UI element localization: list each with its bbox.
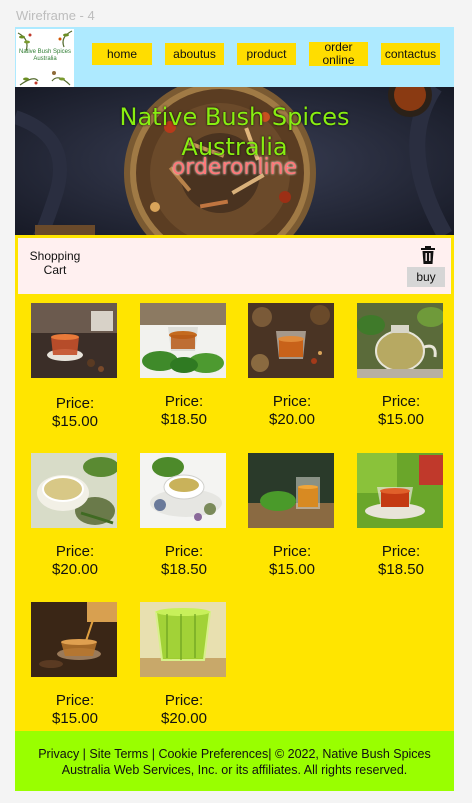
price-label: Price: — [55, 543, 95, 560]
frame-label: Wireframe - 4 — [16, 8, 95, 23]
logo[interactable]: Native Bush Spices Australia — [16, 29, 74, 87]
price-label: Price: — [272, 393, 312, 410]
header: Native Bush Spices Australia home aboutu… — [15, 27, 454, 87]
price-label: Price: — [164, 692, 204, 709]
price-value: $15.00 — [52, 413, 98, 430]
product-image-tea-glass-wood — [248, 453, 334, 528]
price-value: $15.00 — [52, 710, 98, 727]
footer: Privacy | Site Terms | Cookie Preference… — [15, 731, 454, 791]
hero-title-line-1: Native Bush Spices — [119, 103, 350, 131]
product-image-herbal-tea-saucer — [140, 453, 226, 528]
product-image-green-tea-herbs — [31, 453, 117, 528]
logo-line-2: Australia — [33, 56, 57, 62]
logo-text: Native Bush Spices Australia — [16, 49, 74, 63]
privacy-link[interactable]: Privacy — [38, 747, 79, 761]
price-label: Price: — [164, 543, 204, 560]
product-image-tea-cup-spices — [31, 303, 117, 378]
product-image-pouring-tea — [31, 602, 117, 677]
buy-button[interactable]: buy — [407, 267, 445, 287]
shopping-cart-label: Shopping Cart — [29, 249, 81, 277]
cookie-preferences-link[interactable]: Cookie Preferences — [158, 747, 268, 761]
footer-text: Privacy | Site Terms | Cookie Preference… — [21, 746, 448, 778]
price-label: Price: — [55, 395, 95, 412]
nav-aboutus-button[interactable]: aboutus — [165, 43, 224, 65]
site-terms-link[interactable]: Site Terms — [89, 747, 148, 761]
nav-contactus-button[interactable]: contactus — [381, 43, 440, 65]
shopping-cart-panel: Shopping Cart buy — [18, 238, 451, 294]
price-value: $18.50 — [161, 561, 207, 578]
hero-subtitle: orderonline — [171, 155, 298, 180]
price-value: $18.50 — [378, 561, 424, 578]
price-label: Price: — [381, 543, 421, 560]
footer-separator: | — [79, 747, 90, 761]
price-label: Price: — [272, 543, 312, 560]
price-value: $15.00 — [269, 561, 315, 578]
price-value: $18.50 — [161, 411, 207, 428]
nav-order-online-label: order online — [322, 40, 355, 67]
product-image-tea-spices-table — [248, 303, 334, 378]
price-label: Price: — [55, 692, 95, 709]
price-value: $15.00 — [378, 411, 424, 428]
price-value: $20.00 — [161, 710, 207, 727]
price-label: Price: — [381, 393, 421, 410]
product-image-red-tea-cup — [357, 453, 443, 528]
page-frame: Native Bush Spices Australia home aboutu… — [15, 27, 454, 791]
nav-order-online-button[interactable]: order online — [309, 40, 368, 67]
product-image-green-glass-cup — [140, 602, 226, 677]
price-label: Price: — [164, 393, 204, 410]
nav-home-button[interactable]: home — [92, 43, 152, 65]
price-value: $20.00 — [269, 411, 315, 428]
hero-banner: Native Bush Spices Australia orderonline — [15, 87, 454, 235]
trash-icon[interactable] — [420, 246, 436, 264]
product-image-glass-teapot — [357, 303, 443, 378]
product-image-tea-cup-leaves — [140, 303, 226, 378]
price-value: $20.00 — [52, 561, 98, 578]
footer-separator: | — [148, 747, 159, 761]
nav-product-button[interactable]: product — [237, 43, 296, 65]
logo-line-1: Native Bush Spices — [18, 49, 72, 55]
